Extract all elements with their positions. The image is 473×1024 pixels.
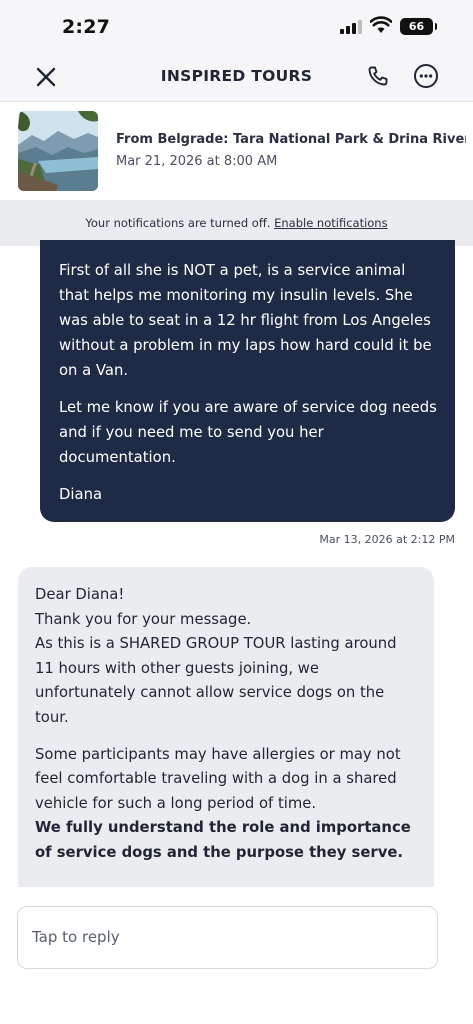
message-timestamp: Mar 13, 2026 at 2:12 PM <box>319 533 455 546</box>
battery-level: 66 <box>408 20 425 33</box>
message-paragraph: Dear Diana! Thank you for your message. … <box>35 583 419 731</box>
nav-bar: INSPIRED TOURS <box>0 52 473 102</box>
more-icon[interactable] <box>413 63 439 89</box>
tour-date: Mar 21, 2026 at 8:00 AM <box>116 154 278 169</box>
message-line: Dear Diana! <box>35 586 125 603</box>
page-title: INSPIRED TOURS <box>160 67 313 85</box>
wifi-icon <box>370 16 392 33</box>
status-time: 2:27 <box>62 16 111 38</box>
message-bold-text: We fully understand the role and importa… <box>35 819 411 861</box>
outgoing-message: First of all she is NOT a pet, is a serv… <box>40 240 455 522</box>
phone-icon[interactable] <box>366 64 390 88</box>
message-line: Thank you for your message. <box>35 610 252 628</box>
status-bar: 2:27 66 <box>0 0 473 52</box>
signal-icon <box>340 20 362 34</box>
message-paragraph: Some participants may have allergies or … <box>35 745 401 812</box>
message-paragraph: Let me know if you are aware of service … <box>59 399 437 466</box>
enable-notifications-link[interactable]: Enable notifications <box>274 216 388 230</box>
battery-icon: 66 <box>400 18 437 35</box>
message-line: As this is a SHARED GROUP TOUR lasting a… <box>35 635 397 726</box>
reply-input[interactable]: Tap to reply <box>17 906 438 969</box>
tour-name: From Belgrade: Tara National Park & Drin… <box>116 132 466 147</box>
reply-placeholder: Tap to reply <box>32 928 120 946</box>
tour-thumbnail <box>18 111 98 191</box>
incoming-message: Dear Diana! Thank you for your message. … <box>18 567 434 887</box>
message-signature: Diana <box>59 486 103 503</box>
notice-text: Your notifications are turned off. <box>85 216 271 230</box>
tour-card[interactable]: From Belgrade: Tara National Park & Drin… <box>0 103 473 200</box>
message-paragraph: First of all she is NOT a pet, is a serv… <box>59 262 432 379</box>
